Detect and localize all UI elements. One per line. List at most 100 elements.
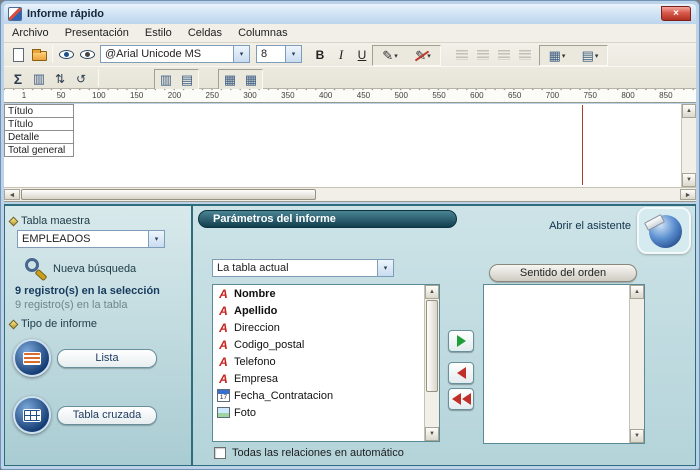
field-item-apellido[interactable]: AApellido — [213, 302, 424, 319]
field-label: Foto — [234, 407, 256, 419]
scroll-thumb[interactable] — [426, 300, 438, 392]
border-pen-group: ✎▾✎▾ — [372, 45, 441, 66]
ruler-tick: 600 — [469, 91, 484, 100]
master-table-select[interactable]: EMPLEADOS ▾ — [17, 230, 165, 248]
picture-table-button[interactable]: ▤▾ — [574, 46, 606, 65]
scroll-down-button[interactable]: ▼ — [425, 427, 439, 441]
red-left-arrow-icon — [457, 367, 466, 379]
field-item-codigo-postal[interactable]: A Codigo_postal — [213, 336, 424, 353]
list-type-button[interactable] — [13, 339, 51, 377]
field-item-foto[interactable]: Foto — [213, 404, 424, 421]
cross-table-label-button[interactable]: Tabla cruzada — [57, 406, 157, 425]
field-alpha-icon: A — [217, 338, 230, 352]
picture-grid-button[interactable]: ▦▾ — [541, 46, 573, 65]
font-size-select[interactable]: 8 ▾ — [256, 45, 302, 63]
scroll-up-button[interactable]: ▲ — [425, 285, 439, 299]
sort-rows-button[interactable]: ⇅ — [50, 69, 70, 88]
horizontal-scroll-thumb[interactable] — [21, 189, 316, 200]
menu-item-archivo[interactable]: Archivo — [4, 24, 57, 42]
field-item-empresa[interactable]: AEmpresa — [213, 370, 424, 387]
scroll-up-button[interactable]: ▲ — [630, 285, 644, 299]
refresh-button[interactable]: ↺ — [71, 69, 91, 88]
new-document-button[interactable] — [8, 45, 28, 64]
data-eye-button[interactable] — [77, 45, 97, 64]
report-row-label-titulo[interactable]: Título — [4, 104, 74, 118]
auto-relations-checkbox[interactable] — [214, 447, 226, 459]
menu-item-columnas[interactable]: Columnas — [230, 24, 296, 42]
ruler-tick: 450 — [356, 91, 371, 100]
vertical-scrollbar[interactable]: ▲ ▼ — [681, 104, 696, 187]
align-center-button[interactable] — [473, 45, 493, 64]
current-table-value: La tabla actual — [213, 260, 377, 276]
font-size-dropdown-button[interactable]: ▾ — [285, 46, 301, 62]
auto-relations-label: Todas las relaciones en automático — [232, 447, 404, 459]
scroll-up-button[interactable]: ▲ — [682, 104, 696, 118]
field-item-fecha-contratacion[interactable]: 17Fecha_Contratacion — [213, 387, 424, 404]
sort-rows-icon: ⇅ — [55, 72, 65, 86]
font-family-dropdown-button[interactable]: ▾ — [233, 46, 249, 62]
master-table-dropdown-button[interactable]: ▾ — [148, 231, 164, 247]
sum-button[interactable]: Σ — [8, 69, 28, 88]
field-item-telefono[interactable]: ATelefono — [213, 353, 424, 370]
border-pen-off-button[interactable]: ✎▾ — [407, 46, 439, 65]
report-design-area[interactable]: TítuloTítuloDetalleTotal general ▲ ▼ — [4, 104, 696, 187]
open-assistant-button[interactable] — [637, 207, 691, 254]
duplicate-button[interactable]: ▥ — [29, 69, 49, 88]
field-label: Empresa — [234, 373, 278, 385]
font-family-select[interactable]: @Arial Unicode MS ▾ — [100, 45, 250, 63]
table-columns-button[interactable]: ▥ — [156, 70, 176, 89]
field-list: ANombreAApellidoADireccion A Codigo_postal… — [212, 284, 440, 442]
open-folder-button[interactable] — [29, 45, 49, 64]
table-rows-button[interactable]: ▤ — [177, 70, 197, 89]
field-list-scrollbar[interactable]: ▲ ▼ — [424, 285, 439, 441]
horizontal-scrollbar[interactable]: ◄ ► — [4, 187, 696, 202]
report-row-label-total-general[interactable]: Total general — [4, 143, 74, 157]
title-bar[interactable]: Informe rápido × — [4, 4, 696, 24]
cross-grid-button[interactable]: ▦ — [241, 70, 261, 89]
remove-all-fields-button[interactable] — [448, 388, 474, 410]
bold-button[interactable]: B — [310, 45, 330, 64]
menu-item-celdas[interactable]: Celdas — [180, 24, 230, 42]
field-label: Codigo_postal — [234, 339, 304, 351]
align-right-button[interactable] — [494, 45, 514, 64]
open-assistant-link[interactable]: Abrir el asistente — [549, 220, 631, 232]
report-row-label-detalle[interactable]: Detalle — [4, 130, 74, 144]
remove-field-button[interactable] — [448, 362, 474, 384]
underline-button[interactable]: U — [352, 45, 372, 64]
cross-table-type-button[interactable] — [13, 396, 51, 434]
ruler-tick: 850 — [658, 91, 673, 100]
app-icon[interactable] — [8, 7, 22, 21]
align-center-icon — [477, 50, 489, 60]
scroll-down-button[interactable]: ▼ — [630, 429, 644, 443]
menu-item-estilo[interactable]: Estilo — [137, 24, 180, 42]
menu-item-presentacion[interactable]: Presentación — [57, 24, 137, 42]
search-icon[interactable] — [25, 258, 39, 272]
chevron-down-icon: ▾ — [155, 235, 159, 243]
list-label-button[interactable]: Lista — [57, 349, 157, 368]
report-row-label-titulo[interactable]: Título — [4, 117, 74, 131]
field-item-nombre[interactable]: ANombre — [213, 285, 424, 302]
current-table-select[interactable]: La tabla actual ▾ — [212, 259, 394, 277]
scroll-right-button[interactable]: ► — [680, 189, 696, 200]
align-left-button[interactable] — [452, 45, 472, 64]
text-style-group: B I U — [310, 45, 372, 64]
ruler-tick: 200 — [167, 91, 182, 100]
border-pen-button[interactable]: ✎▾ — [374, 46, 406, 65]
new-search-link[interactable]: Nueva búsqueda — [53, 263, 136, 275]
green-right-arrow-icon — [457, 335, 466, 347]
current-table-dropdown-button[interactable]: ▾ — [377, 260, 393, 276]
field-picture-icon — [217, 407, 230, 418]
add-field-button[interactable] — [448, 330, 474, 352]
scroll-left-button[interactable]: ◄ — [4, 189, 20, 200]
sort-list-scrollbar[interactable]: ▲ ▼ — [629, 285, 644, 443]
ruler-tick: 250 — [205, 91, 220, 100]
master-grid-button[interactable]: ▦ — [220, 70, 240, 89]
scroll-down-button[interactable]: ▼ — [682, 173, 696, 187]
field-item-direccion[interactable]: ADireccion — [213, 319, 424, 336]
italic-button[interactable]: I — [331, 45, 351, 64]
close-button[interactable]: × — [661, 6, 691, 21]
sort-order-header-button[interactable]: Sentido del orden — [489, 264, 637, 282]
preview-eye-button[interactable] — [56, 45, 76, 64]
align-justify-button[interactable] — [515, 45, 535, 64]
column-guide-line[interactable] — [582, 105, 583, 185]
